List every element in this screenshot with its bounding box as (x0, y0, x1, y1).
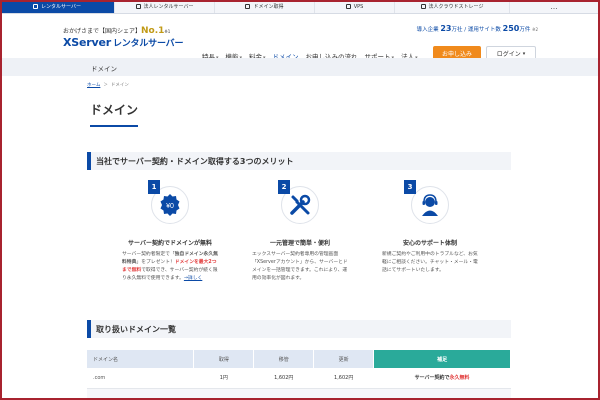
building-icon (135, 4, 141, 9)
merit-description: サーバー契約者限定で「独自ドメイン永久無料特典」をプレゼント！ドメインを最大2つ… (122, 252, 218, 281)
section-domain-list-heading: 取り扱いドメイン一覧 (87, 320, 511, 338)
site-logo[interactable]: XServer レンタルサーバー (63, 36, 183, 49)
breadcrumb: ホーム ＞ ドメイン (87, 82, 129, 88)
tagline: おかげさまで【国内シェア】No.1※1 (63, 26, 171, 36)
page-title: ドメイン (90, 103, 139, 117)
details-link[interactable]: →詳しく (184, 276, 202, 281)
tab-vps[interactable]: VPS (315, 0, 395, 13)
server-icon (33, 4, 39, 9)
service-tabs: レンタルサーバー 法人レンタルサーバー ドメイン取得 VPS 法人クラウドストレ… (0, 0, 600, 14)
merit-description: エックスサーバー契約者専用の管理画面「XServerアカウント」から、サーバーと… (252, 252, 348, 281)
tab-corporate-rental-server[interactable]: 法人レンタルサーバー (115, 0, 215, 13)
svg-text:¥0: ¥0 (166, 203, 174, 210)
domain-price-table: ドメイン名 取得 移管 更新 補足 .com 1円 1,602円 1,602円 … (87, 350, 511, 398)
table-row (87, 388, 511, 398)
title-underline (90, 125, 138, 127)
section-merits-heading: 当社でサーバー契約・ドメイン取得する3つのメリット (87, 152, 511, 170)
globe-icon (245, 4, 251, 9)
chevron-down-icon: ▾ (522, 50, 526, 57)
circle (411, 186, 449, 224)
tab-rental-server[interactable]: レンタルサーバー (0, 0, 115, 13)
more-tabs-button[interactable]: … (510, 0, 600, 13)
merit-number: 3 (404, 180, 416, 194)
merit-number: 2 (278, 180, 290, 194)
merit-description: 新規ご契約やご利用中のトラブルなど、お気軽にご相談ください。チャット・メール・電… (382, 252, 478, 273)
table-row: .com 1円 1,602円 1,602円 サーバー契約で永久無料 (87, 368, 511, 389)
category-band: ドメイン (0, 58, 600, 76)
vps-icon (345, 4, 351, 9)
breadcrumb-home[interactable]: ホーム (87, 82, 100, 88)
site-header: おかげさまで【国内シェア】No.1※1 XServer レンタルサーバー 導入企業… (0, 14, 600, 61)
merit-number: 1 (148, 180, 160, 194)
tab-domain[interactable]: ドメイン取得 (215, 0, 315, 13)
cloud-icon (420, 4, 426, 9)
free-badge-icon: ¥0 (160, 194, 180, 216)
table-header-row: ドメイン名 取得 移管 更新 補足 (87, 350, 511, 368)
support-operator-icon (422, 194, 438, 216)
usage-stats: 導入企業 23万社 / 運用サイト数 250万件 ※2 (416, 24, 538, 33)
tools-icon (290, 194, 311, 215)
tab-cloud-storage[interactable]: 法人クラウドストレージ (395, 0, 510, 13)
